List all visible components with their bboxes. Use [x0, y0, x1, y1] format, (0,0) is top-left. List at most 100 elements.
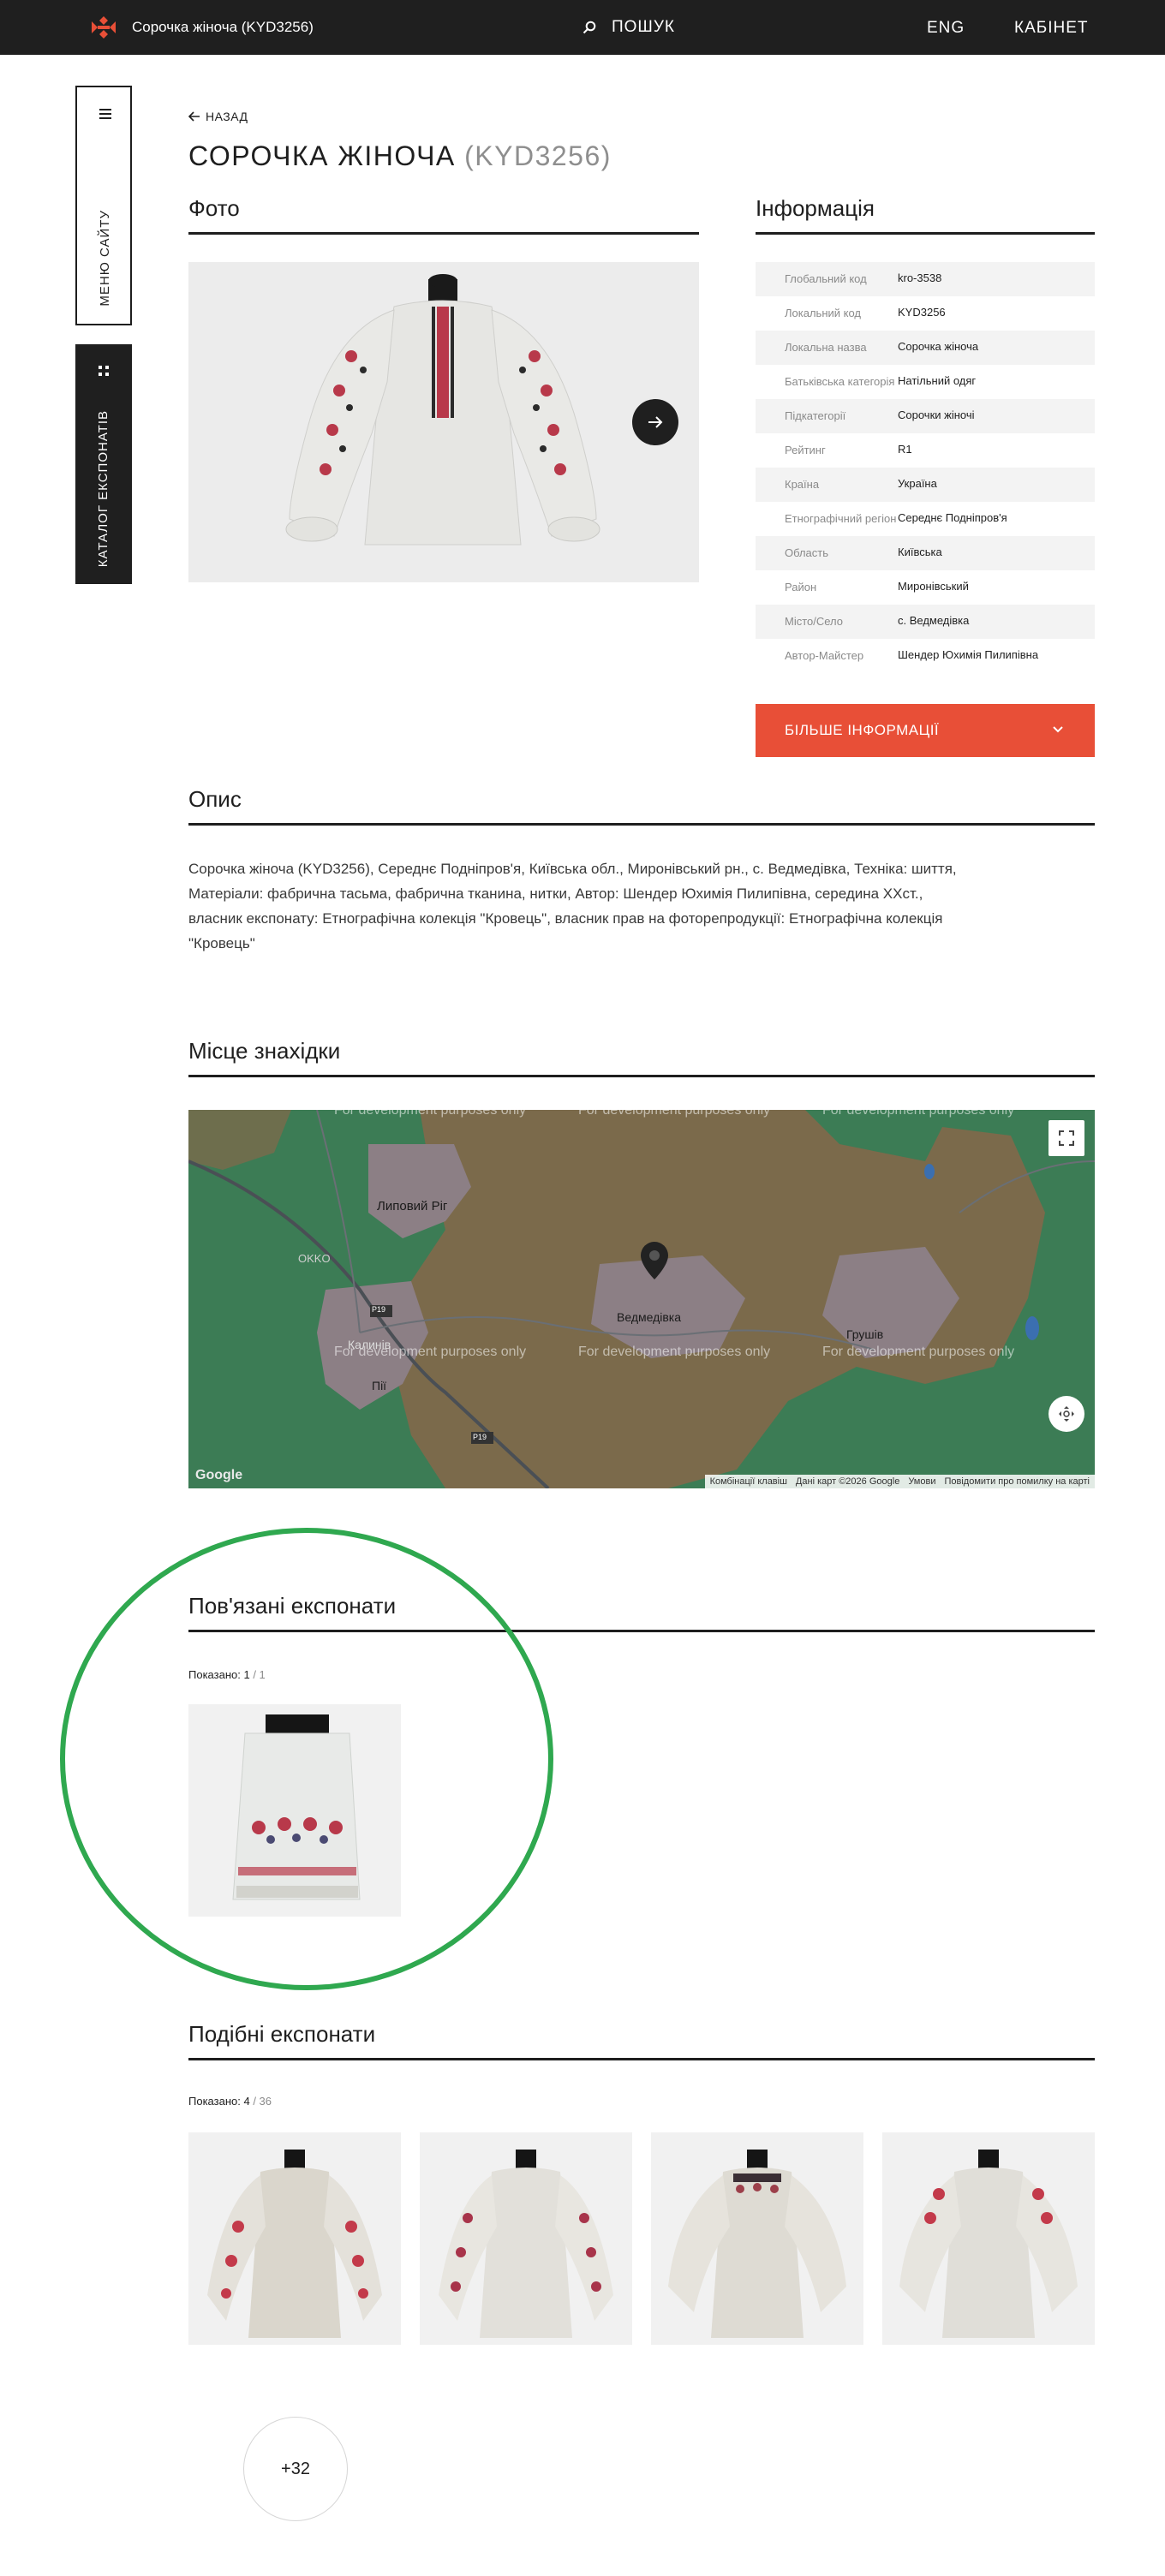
info-value: KYD3256 [898, 306, 946, 319]
map-poi-label: OKKO [298, 1252, 331, 1265]
fullscreen-icon [1059, 1130, 1074, 1146]
map-place-label: Ведмедівка [617, 1310, 682, 1324]
shirt-thumbnail [188, 2132, 401, 2345]
back-link[interactable]: НАЗАД [188, 110, 248, 123]
info-heading: Інформація [756, 195, 1095, 235]
logo-icon[interactable] [89, 15, 118, 40]
info-value: Сорочка жіноча [898, 340, 979, 353]
info-row: Країна Україна [756, 468, 1095, 502]
info-row: Етнографічний регіон Середнє Подніпров'я [756, 502, 1095, 536]
map-terms-link[interactable]: Умови [908, 1476, 935, 1487]
shirt-thumbnail [882, 2132, 1095, 2345]
more-info-button[interactable]: БІЛЬШЕ ІНФОРМАЦІЇ [756, 704, 1095, 757]
map-data-credit: Дані карт ©2026 Google [795, 1476, 900, 1487]
info-key: Батьківська категорія [785, 375, 895, 388]
info-value: с. Ведмедівка [898, 614, 970, 627]
move-icon [1059, 1406, 1074, 1422]
map-road-label: P19 [372, 1305, 386, 1314]
map-watermark: For development purposes only [334, 1110, 527, 1118]
chevron-down-icon [1053, 726, 1063, 733]
shown-total: / 36 [253, 2095, 272, 2108]
map-place-label: Липовий Ріг [377, 1199, 448, 1213]
info-key: Локальний код [785, 307, 862, 319]
shown-count: 1 [243, 1668, 250, 1681]
info-key: Автор-Майстер [785, 649, 864, 662]
hamburger-icon [99, 109, 111, 119]
info-row: Глобальний код kro-3538 [756, 262, 1095, 296]
exhibit-photo[interactable] [188, 262, 699, 582]
info-key: Етнографічний регіон [785, 512, 897, 525]
info-value: Київська [898, 546, 942, 558]
search-icon [582, 21, 596, 34]
arrow-right-icon [648, 416, 663, 428]
map-watermark: For development purposes only [822, 1345, 1015, 1359]
map-road-label: P19 [473, 1433, 487, 1441]
info-row: Батьківська категорія Натільний одяг [756, 365, 1095, 399]
similar-item-card[interactable] [188, 2132, 401, 2345]
info-key: Рейтинг [785, 444, 826, 456]
shown-count: 4 [243, 2095, 250, 2108]
map-watermark: For development purposes only [578, 1345, 771, 1359]
title-name: СОРОЧКА ЖІНОЧА [188, 140, 456, 171]
info-key: Місто/Село [785, 615, 844, 628]
catalog-label: КАТАЛОГ ЕКСПОНАТІВ [96, 409, 111, 567]
info-row: Локальна назва Сорочка жіноча [756, 331, 1095, 365]
description-text: Сорочка жіноча (KYD3256), Середнє Подніп… [188, 861, 957, 951]
map-place-label: Пії [372, 1379, 387, 1392]
shirt-image [188, 262, 699, 582]
shirt-thumbnail [651, 2132, 863, 2345]
photo-heading: Фото [188, 195, 699, 235]
title-code: (KYD3256) [464, 140, 612, 171]
grid-icon [99, 366, 109, 376]
related-heading: Пов'язані експонати [188, 1593, 1095, 1632]
info-key: Район [785, 581, 817, 593]
similar-item-card[interactable] [882, 2132, 1095, 2345]
related-count: Показано: 1 / 1 [188, 1668, 266, 1681]
info-row: Локальний код KYD3256 [756, 296, 1095, 331]
map-footer: Комбінації клавіш Дані карт ©2026 Google… [704, 1475, 1095, 1488]
related-item-card[interactable] [188, 1704, 401, 1917]
back-label: НАЗАД [206, 110, 248, 123]
info-key: Підкатегорії [785, 409, 846, 422]
info-value: Україна [898, 477, 937, 490]
next-photo-button[interactable] [632, 399, 678, 445]
search-label: ПОШУК [612, 18, 675, 36]
similar-item-card[interactable] [651, 2132, 863, 2345]
google-logo: Google [195, 1468, 243, 1482]
info-row: Рейтинг R1 [756, 433, 1095, 468]
info-value: Натільний одяг [898, 374, 977, 387]
more-info-label: БІЛЬШЕ ІНФОРМАЦІЇ [785, 722, 940, 738]
info-value: Сорочки жіночі [898, 408, 975, 421]
language-switch[interactable]: ENG [927, 19, 965, 38]
shown-label: Показано: [188, 2095, 241, 2108]
map-report-link[interactable]: Повідомити про помилку на карті [944, 1476, 1090, 1487]
info-row: Район Миронівський [756, 570, 1095, 605]
location-map[interactable]: For development purposes only For develo… [188, 1110, 1095, 1488]
apron-image [188, 1704, 401, 1917]
map-canvas [188, 1110, 1095, 1488]
map-place-label: Грушів [846, 1327, 884, 1341]
arrow-left-icon [188, 111, 200, 122]
map-place-label: Калинів [348, 1338, 391, 1351]
info-key: Глобальний код [785, 272, 867, 285]
shown-label: Показано: [188, 1668, 241, 1681]
similar-item-card[interactable] [420, 2132, 632, 2345]
info-row: Підкатегорії Сорочки жіночі [756, 399, 1095, 433]
location-heading: Місце знахідки [188, 1038, 1095, 1077]
site-title[interactable]: Сорочка жіноча (KYD3256) [132, 19, 314, 36]
info-key: Область [785, 546, 829, 559]
search-button[interactable]: ПОШУК [582, 15, 675, 39]
cabinet-link[interactable]: КАБІНЕТ [1014, 19, 1089, 38]
catalog-tab[interactable]: КАТАЛОГ ЕКСПОНАТІВ [75, 344, 132, 584]
map-shortcuts-link[interactable]: Комбінації клавіш [710, 1476, 787, 1487]
shirt-thumbnail [420, 2132, 632, 2345]
show-more-button[interactable]: +32 [243, 2417, 348, 2521]
info-value: Шендер Юхимія Пилипівна [898, 648, 1039, 661]
site-menu-tab[interactable]: МЕНЮ САЙТУ [75, 86, 132, 325]
info-row: Область Київська [756, 536, 1095, 570]
fullscreen-button[interactable] [1048, 1120, 1084, 1156]
shown-total: / 1 [253, 1668, 266, 1681]
info-value: Середнє Подніпров'я [898, 511, 1007, 524]
map-watermark: For development purposes only [578, 1110, 771, 1118]
map-camera-control[interactable] [1048, 1396, 1084, 1432]
